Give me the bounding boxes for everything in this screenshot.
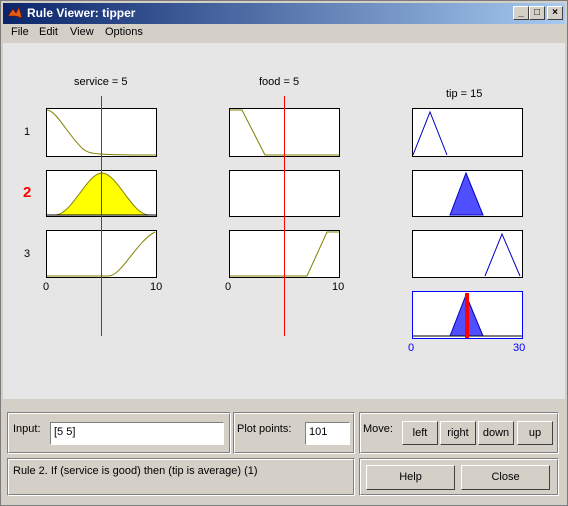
move-down-button[interactable]: down [478, 421, 514, 445]
help-button[interactable]: Help [366, 465, 455, 490]
tip-rule1-mf [413, 110, 448, 156]
status-panel: Rule 2. If (service is good) then (tip i… [7, 458, 355, 496]
tip-defuzz-line [465, 293, 469, 338]
help-close-panel: Help Close [359, 458, 559, 496]
rule-label-3[interactable]: 3 [24, 248, 30, 260]
food-axis-min: 0 [225, 281, 232, 293]
tip-rule2-mf-filled [449, 171, 484, 216]
maximize-icon: □ [533, 7, 541, 18]
menu-file[interactable]: File [11, 26, 29, 38]
input-vector-field[interactable]: [5 5] [50, 422, 224, 445]
tip-axis-min: 0 [408, 342, 415, 354]
tip-rule3-axes [412, 230, 523, 278]
minimize-button[interactable]: _ [513, 6, 529, 20]
tip-axis-max: 30 [513, 342, 526, 354]
move-right-button[interactable]: right [440, 421, 476, 445]
move-label: Move: [363, 423, 393, 435]
move-up-button[interactable]: up [517, 421, 553, 445]
plot-points-panel: Plot points: 101 [233, 412, 355, 454]
rule-viewer-window: Rule Viewer: tipper _ □ × File Edit View… [0, 0, 568, 506]
menu-edit[interactable]: Edit [39, 26, 58, 38]
input-panel: Input: [5 5] [7, 412, 231, 454]
plot-points-field[interactable]: 101 [305, 422, 350, 445]
tip-aggregate-axes [412, 291, 523, 339]
menu-bar: File Edit View Options [3, 24, 565, 43]
title-bar: Rule Viewer: tipper _ □ × [3, 3, 565, 24]
food-index-line[interactable] [284, 96, 285, 336]
service-index-line[interactable] [101, 96, 102, 336]
rule-label-2-active[interactable]: 2 [23, 184, 31, 201]
menu-view[interactable]: View [70, 26, 94, 38]
move-panel: Move: left right down up [359, 412, 559, 454]
tip-title: tip = 15 [446, 88, 483, 100]
food-title: food = 5 [259, 76, 300, 88]
rule-label-1[interactable]: 1 [24, 126, 30, 138]
status-text: Rule 2. If (service is good) then (tip i… [13, 465, 258, 477]
menu-options[interactable]: Options [105, 26, 143, 38]
service-axis-max: 10 [150, 281, 163, 293]
plot-points-label: Plot points: [237, 423, 292, 435]
matlab-icon [7, 6, 23, 19]
tip-rule1-axes [412, 108, 523, 157]
tip-aggregate-output [413, 293, 522, 338]
minimize-icon: _ [518, 7, 524, 18]
input-label: Input: [13, 423, 41, 435]
close-icon: × [552, 7, 558, 18]
move-left-button[interactable]: left [402, 421, 438, 445]
tip-rule3-mf [484, 232, 521, 277]
tip-rule2-axes [412, 170, 523, 217]
service-title: service = 5 [74, 76, 128, 88]
close-button[interactable]: Close [461, 465, 550, 490]
food-axis-max: 10 [332, 281, 345, 293]
window-title: Rule Viewer: tipper [27, 6, 136, 20]
maximize-button[interactable]: □ [529, 6, 545, 20]
rule-plot-area: service = 5 food = 5 tip = 15 1 2 3 0 10 [3, 43, 565, 399]
close-window-button[interactable]: × [547, 6, 563, 20]
service-axis-min: 0 [43, 281, 50, 293]
